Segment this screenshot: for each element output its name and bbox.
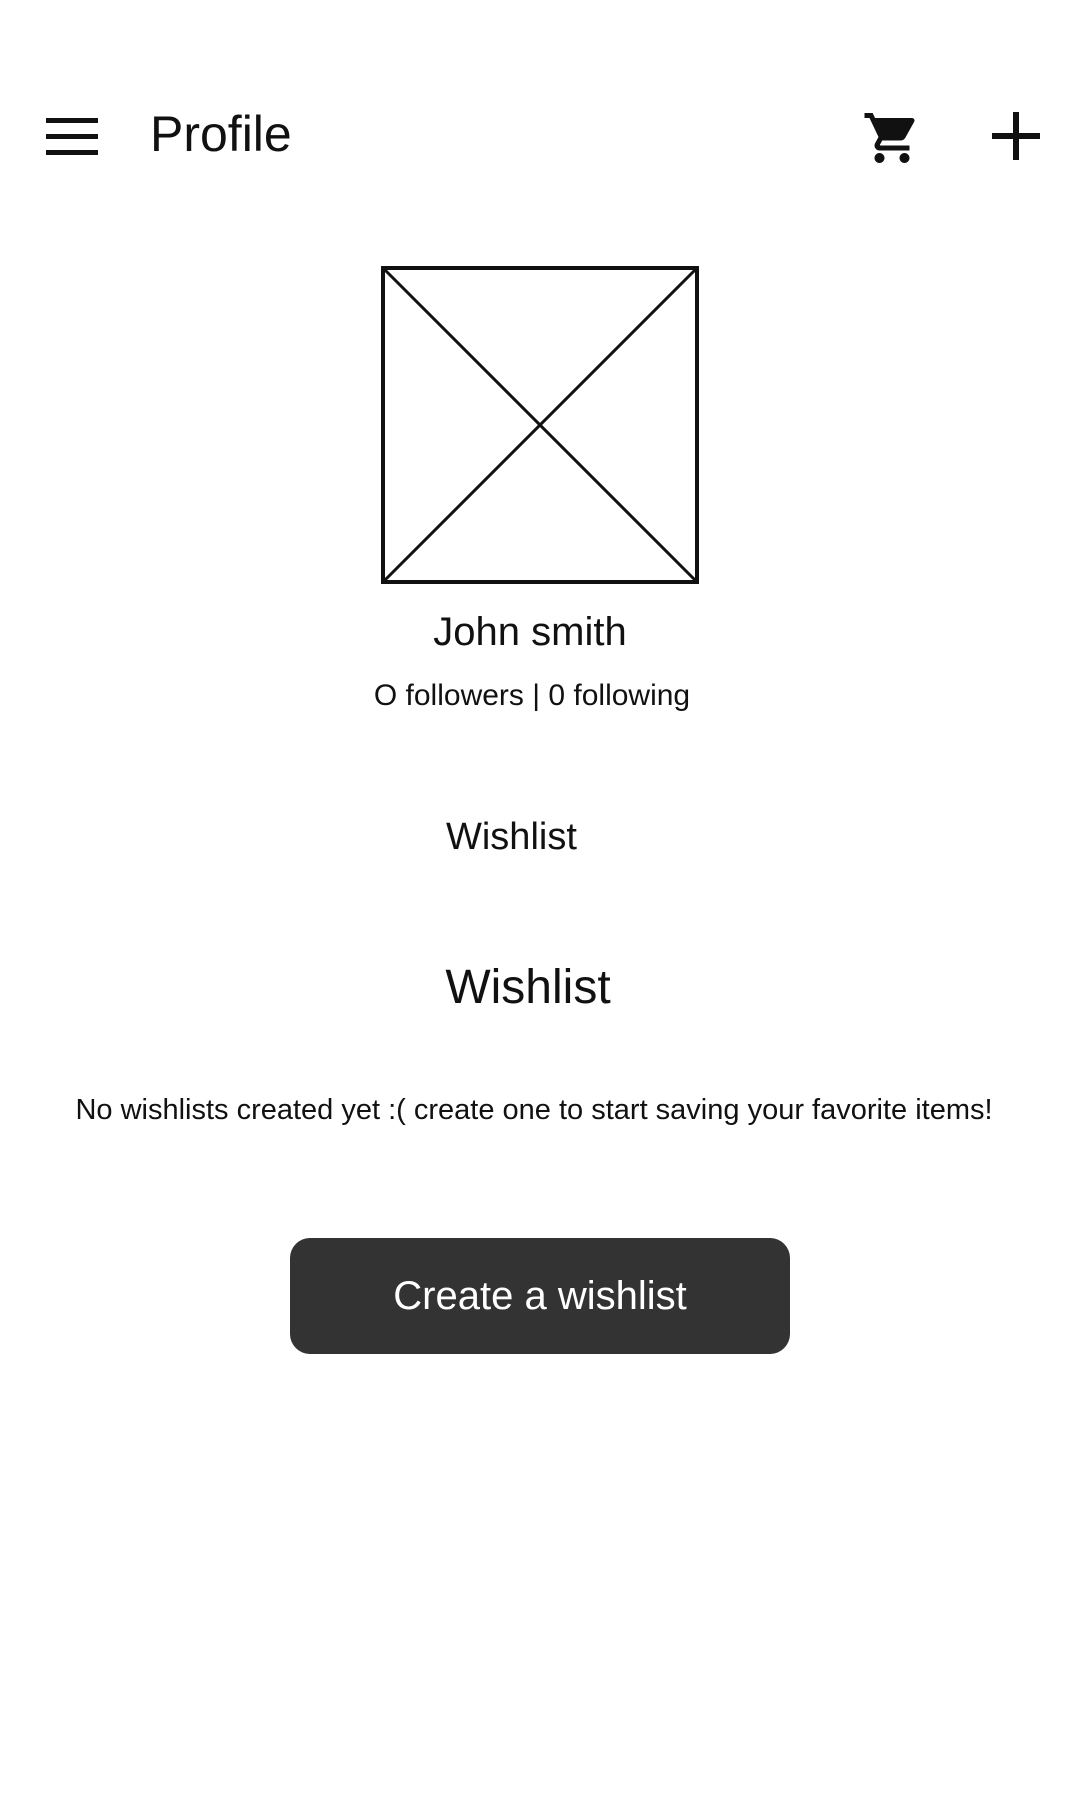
empty-state-message: No wishlists created yet :( create one t… <box>75 1094 993 1126</box>
tab-wishlist[interactable]: Wishlist <box>446 814 577 860</box>
user-name: John smith <box>433 610 627 654</box>
create-wishlist-button[interactable]: Create a wishlist <box>290 1238 790 1354</box>
follow-stats[interactable]: O followers | 0 following <box>0 678 1064 714</box>
shopping-cart-icon[interactable] <box>862 108 922 168</box>
hamburger-menu-icon[interactable] <box>46 116 98 156</box>
page-title: Profile <box>150 106 292 162</box>
plus-icon[interactable] <box>990 110 1042 162</box>
profile-screen: Profile John smith O followers | 0 follo… <box>0 0 1080 1800</box>
image-placeholder-icon <box>381 266 699 584</box>
section-title: Wishlist <box>445 961 611 1014</box>
